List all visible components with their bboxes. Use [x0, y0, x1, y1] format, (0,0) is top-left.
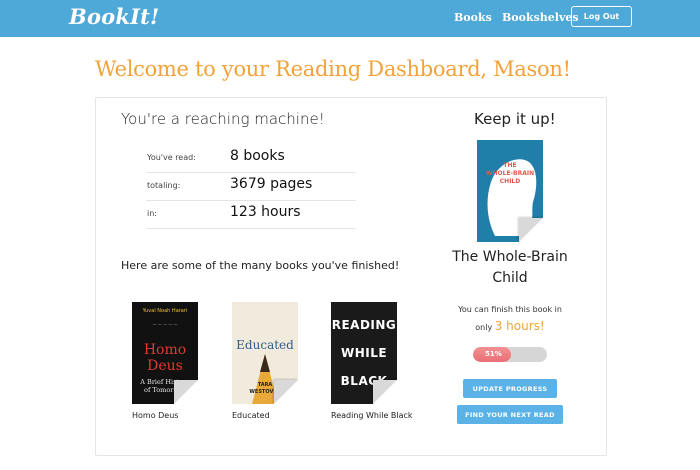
find-next-read-button[interactable]: FIND YOUR NEXT READ: [457, 405, 563, 424]
page-curl-icon: [274, 380, 298, 404]
cover-title-line: Deus: [147, 358, 183, 374]
cover-title-line: CHILD: [499, 178, 521, 185]
stat-row: in: 123 hours: [146, 201, 356, 229]
book-cover[interactable]: READING WHILE BLACK: [331, 302, 397, 404]
stat-row: totaling: 3679 pages: [146, 173, 356, 201]
current-book-title: The Whole-Brain Child: [452, 249, 568, 286]
cover-author: Yuval Noah Harari: [142, 308, 188, 314]
top-nav: BookIt! Books Bookshelves Log Out: [0, 0, 700, 37]
stat-row: You've read: 8 books: [146, 145, 356, 173]
stat-value: 123 hours: [230, 204, 301, 220]
stats-heading: You're a reaching machine!: [121, 110, 325, 128]
page-curl-icon: [174, 380, 198, 404]
current-book-cover[interactable]: THE WHOLE-BRAIN CHILD: [477, 140, 543, 242]
finish-estimate: You can finish this book in only 3 hours…: [446, 302, 574, 336]
stat-value: 3679 pages: [230, 176, 313, 192]
book-title: Homo Deus: [132, 411, 179, 420]
page-curl-icon: [519, 218, 543, 242]
finish-estimate-hours: only 3 hours!: [446, 318, 574, 336]
update-progress-button[interactable]: UPDATE PROGRESS: [463, 379, 557, 398]
stat-label: in:: [147, 209, 157, 218]
book-cover[interactable]: Yuval Noah Harari — — — — — Homo Deus A …: [132, 302, 198, 404]
finished-book-card[interactable]: Yuval Noah Harari — — — — — Homo Deus A …: [132, 302, 198, 420]
finished-book-card[interactable]: Educated TARA WESTOVER Educated: [232, 302, 298, 420]
cover-title-line: Homo: [143, 342, 187, 358]
book-title: Reading While Black: [331, 411, 413, 420]
nav-link-bookshelves[interactable]: Bookshelves: [502, 11, 579, 24]
cover-title-line: Educated: [236, 338, 294, 352]
progress-label: 51%: [485, 350, 502, 358]
page-curl-icon: [373, 380, 397, 404]
finished-book-card[interactable]: READING WHILE BLACK Reading While Black: [331, 302, 413, 420]
current-heading: Keep it up!: [474, 110, 556, 128]
cover-text-decoration: — — — — —: [152, 322, 178, 327]
cover-title-line: THE: [503, 162, 517, 169]
stat-label: totaling:: [147, 181, 181, 190]
cover-title-line: WHOLE-BRAIN: [485, 170, 535, 177]
nav-link-books[interactable]: Books: [454, 11, 492, 24]
book-cover[interactable]: Educated TARA WESTOVER: [232, 302, 298, 404]
brand-logo[interactable]: BookIt!: [69, 4, 159, 29]
logout-button[interactable]: Log Out: [571, 6, 632, 27]
book-title: Educated: [232, 411, 270, 420]
finish-estimate-text: You can finish this book in: [458, 305, 562, 314]
cover-title-line: WHILE: [340, 346, 388, 360]
cover-title-line: READING: [331, 318, 397, 332]
stat-value: 8 books: [230, 148, 285, 164]
page-title: Welcome to your Reading Dashboard, Mason…: [95, 57, 571, 81]
reading-progress-bar: 51%: [473, 347, 547, 362]
finished-heading: Here are some of the many books you've f…: [121, 259, 400, 272]
stats-table: You've read: 8 books totaling: 3679 page…: [146, 145, 356, 229]
hours-remaining: 3 hours!: [494, 319, 545, 333]
finish-only-label: only: [475, 323, 493, 332]
stat-label: You've read:: [147, 153, 196, 162]
